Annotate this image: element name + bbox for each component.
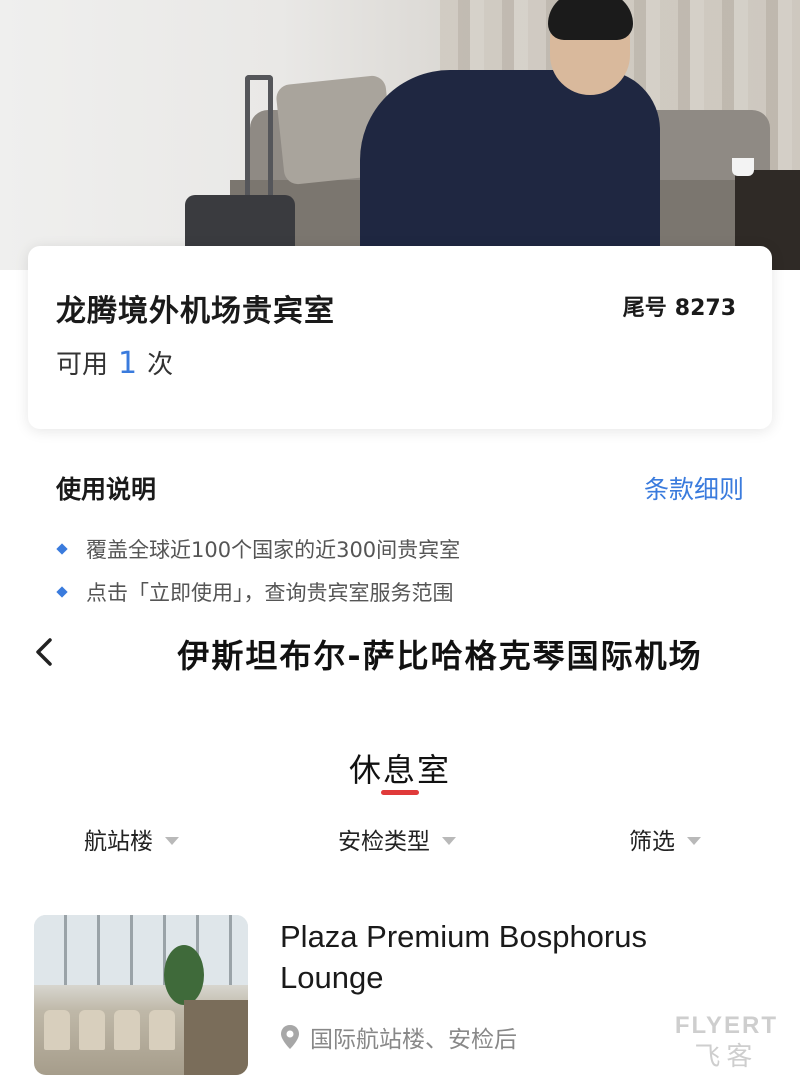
filter-security-type[interactable]: 安检类型 (338, 822, 456, 856)
usage-count: 可用 1 次 (56, 344, 173, 381)
filter-label: 安检类型 (338, 829, 430, 855)
lounge-thumbnail[interactable] (34, 915, 248, 1075)
watermark-line2: 飞客 (694, 1041, 759, 1071)
usage-number: 1 (118, 346, 138, 381)
lounge-location: 国际航站楼、安检后 (280, 1020, 517, 1054)
caret-down-icon (165, 837, 179, 845)
back-button[interactable] (28, 632, 68, 672)
instruction-bullet: 点击「立即使用」，查询贵宾室服务范围 (56, 577, 454, 607)
watermark-logo: FLYERT 飞客 (675, 1012, 778, 1073)
card-tail-number: 尾号 8273 (623, 290, 736, 322)
filter-label: 航站楼 (84, 829, 153, 855)
hero-image (0, 0, 800, 270)
instruction-bullet: 覆盖全球近100个国家的近300间贵宾室 (56, 534, 460, 564)
diamond-bullet-icon (56, 543, 68, 555)
filter-more[interactable]: 筛选 (629, 822, 701, 856)
usage-prefix: 可用 (56, 350, 109, 380)
lounge-benefit-card: 龙腾境外机场贵宾室 尾号 8273 可用 1 次 (28, 246, 772, 429)
bullet-text: 点击「立即使用」，查询贵宾室服务范围 (86, 581, 454, 605)
filter-label: 筛选 (629, 829, 675, 855)
tail-number: 8273 (674, 296, 736, 321)
usage-suffix: 次 (147, 350, 174, 380)
bullet-text: 覆盖全球近100个国家的近300间贵宾室 (86, 538, 461, 562)
terms-link[interactable]: 条款细则 (644, 470, 744, 506)
tab-active-indicator (381, 790, 419, 795)
location-text: 国际航站楼、安检后 (310, 1027, 517, 1053)
caret-down-icon (442, 837, 456, 845)
filter-terminal[interactable]: 航站楼 (84, 822, 179, 856)
caret-down-icon (687, 837, 701, 845)
location-pin-icon (281, 1025, 299, 1049)
instructions-title: 使用说明 (56, 475, 157, 504)
lounge-name[interactable]: Plaza Premium Bosphorus Lounge (280, 916, 740, 998)
airport-title: 伊斯坦布尔-萨比哈格克琴国际机场 (177, 637, 703, 675)
diamond-bullet-icon (56, 586, 68, 598)
tail-label: 尾号 (622, 296, 667, 321)
chevron-left-icon[interactable] (28, 632, 68, 672)
tab-lounges[interactable]: 休息室 (0, 745, 800, 791)
benefit-title: 龙腾境外机场贵宾室 (56, 294, 335, 329)
